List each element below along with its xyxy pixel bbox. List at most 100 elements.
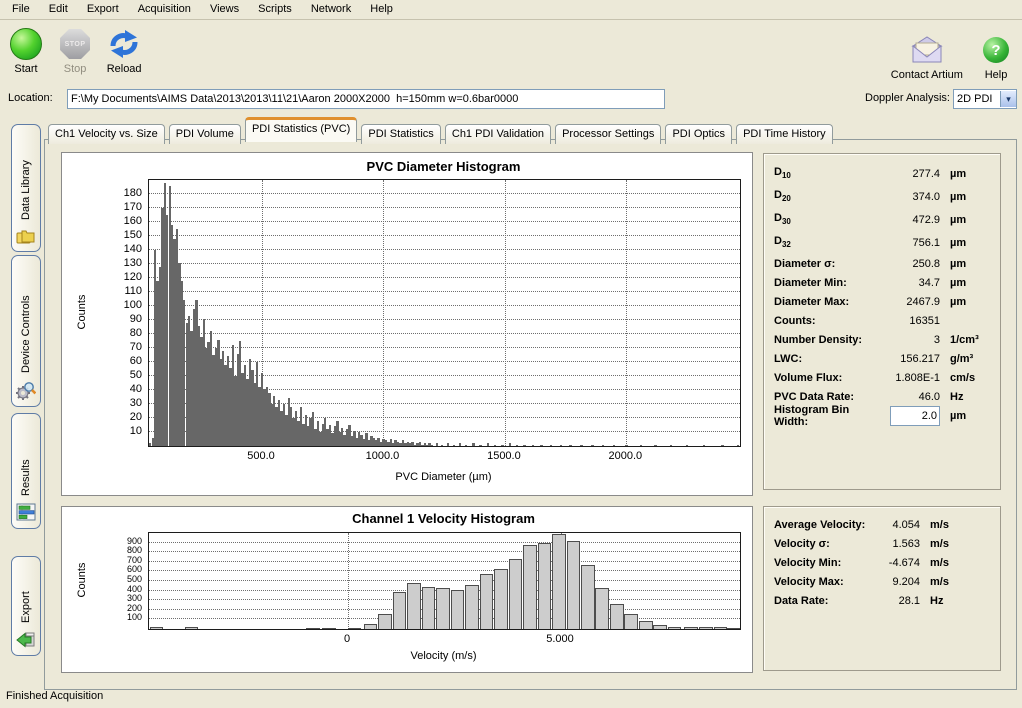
sidebar-item-results[interactable]: Results [11,413,41,529]
stat-unit: µm [940,410,992,422]
tab-pdi-statistics-pvc[interactable]: PDI Statistics (PVC) [245,117,357,142]
velocity-stat-row: Data Rate:28.1Hz [774,591,992,610]
pvc-stat-row: D32756.1µm [774,231,992,254]
gridline [348,533,349,629]
menu-scripts[interactable]: Scripts [250,0,300,17]
stat-unit: µm [940,214,992,226]
stat-unit: cm/s [940,372,992,384]
gridline [149,235,740,236]
histogram-bar [552,534,566,629]
histogram-bar [668,627,682,629]
histogram-bar [721,445,723,446]
y-tick-label: 700 [62,555,142,565]
stat-label: Counts: [774,315,880,327]
stat-value: 1.563 [880,538,920,550]
tab-pdi-optics[interactable]: PDI Optics [665,124,732,144]
location-row: Location: Doppler Analysis: 2D PDI ▾ [0,88,1022,112]
histogram-bar [595,588,609,629]
histogram-bar [322,628,336,629]
location-input[interactable] [67,89,665,109]
reload-button[interactable]: Reload [104,27,144,75]
histogram-bar [523,545,537,629]
stat-label: Diameter Max: [774,296,880,308]
histogram-bar [494,445,496,446]
histogram-bar [422,587,436,629]
tab-ch1-velocity-vs-size[interactable]: Ch1 Velocity vs. Size [48,124,165,144]
histogram-bar [684,627,698,629]
tab-page-pdi-statistics-pvc: PVC Diameter Histogram Counts PVC Diamet… [44,139,1017,690]
y-tick-label: 70 [62,341,142,353]
stat-unit: µm [940,258,992,270]
location-label: Location: [8,92,53,104]
stop-label: Stop [64,63,87,75]
stat-unit: µm [940,168,992,180]
doppler-analysis-select[interactable]: 2D PDI ▾ [953,89,1017,109]
chevron-down-icon[interactable]: ▾ [1000,91,1016,107]
x-axis-label: Velocity (m/s) [148,650,739,662]
toolbar: Start STOP Stop Reload [0,21,1022,85]
y-axis-label: Counts [76,292,88,332]
gridline [149,542,740,543]
histogram-bar [714,627,728,629]
tab-pdi-volume[interactable]: PDI Volume [169,124,241,144]
stat-label: D10 [774,166,880,180]
menu-acquisition[interactable]: Acquisition [130,0,199,17]
menu-network[interactable]: Network [303,0,359,17]
tab-pdi-statistics[interactable]: PDI Statistics [361,124,440,144]
histogram-bar [431,445,433,446]
tab-processor-settings[interactable]: Processor Settings [555,124,661,144]
sidebar-item-data-library[interactable]: Data Library [11,124,41,252]
histogram-bar [523,445,525,446]
reload-icon [107,27,141,61]
stat-value: 1.808E-1 [880,372,940,384]
stat-value: -4.674 [880,557,920,569]
menu-file[interactable]: File [4,0,38,17]
stat-unit: m/s [920,538,992,550]
pvc-statistics-panel: D10277.4µmD20374.0µmD30472.9µmD32756.1µm… [763,153,1001,490]
stop-button[interactable]: STOP Stop [55,27,95,75]
sidebar-label-data-library: Data Library [20,125,32,227]
pvc-stat-row: Histogram Bin Width:µm [774,406,992,425]
contact-artium-label: Contact Artium [891,69,963,81]
histogram-bar [447,443,449,446]
y-tick-label: 100 [62,612,142,622]
velocity-statistics-panel: Average Velocity:4.054m/sVelocity σ:1.56… [763,506,1001,671]
histogram-bin-width-input[interactable] [890,406,940,426]
histogram-bar [306,628,320,629]
y-tick-label: 300 [62,593,142,603]
histogram-bar [509,559,523,629]
stat-label: Diameter σ: [774,258,880,270]
sidebar-item-device-controls[interactable]: Device Controls [11,255,41,407]
sidebar-item-export[interactable]: Export [11,556,41,656]
start-button[interactable]: Start [6,27,46,75]
histogram-bar [653,625,667,629]
y-tick-label: 200 [62,603,142,613]
y-tick-label: 90 [62,313,142,325]
stat-unit: µm [940,237,992,249]
chart-title: Channel 1 Velocity Histogram [148,511,739,526]
menu-views[interactable]: Views [202,0,247,17]
stat-value: 374.0 [880,191,940,203]
status-bar: Finished Acquisition [0,687,1022,708]
y-tick-label: 50 [62,369,142,381]
help-button[interactable]: ? Help [976,33,1016,81]
tab-ch1-pdi-validation[interactable]: Ch1 PDI Validation [445,124,551,144]
y-tick-label: 130 [62,257,142,269]
menu-export[interactable]: Export [79,0,127,17]
gridline [149,305,740,306]
y-tick-label: 170 [62,201,142,213]
x-tick-label: 1000.0 [342,450,422,462]
app-window: File Edit Export Acquisition Views Scrip… [0,0,1022,708]
doppler-analysis-label: Doppler Analysis: [852,92,950,104]
gear-magnifier-icon [16,380,36,400]
contact-artium-button[interactable]: Contact Artium [891,33,963,81]
histogram-bar [436,443,438,446]
y-tick-label: 100 [62,299,142,311]
gridline [149,333,740,334]
menu-help[interactable]: Help [362,0,401,17]
stat-unit: m/s [920,576,992,588]
tab-pdi-time-history[interactable]: PDI Time History [736,124,833,144]
gridline [149,291,740,292]
menu-edit[interactable]: Edit [41,0,76,17]
stat-unit: Hz [920,595,992,607]
